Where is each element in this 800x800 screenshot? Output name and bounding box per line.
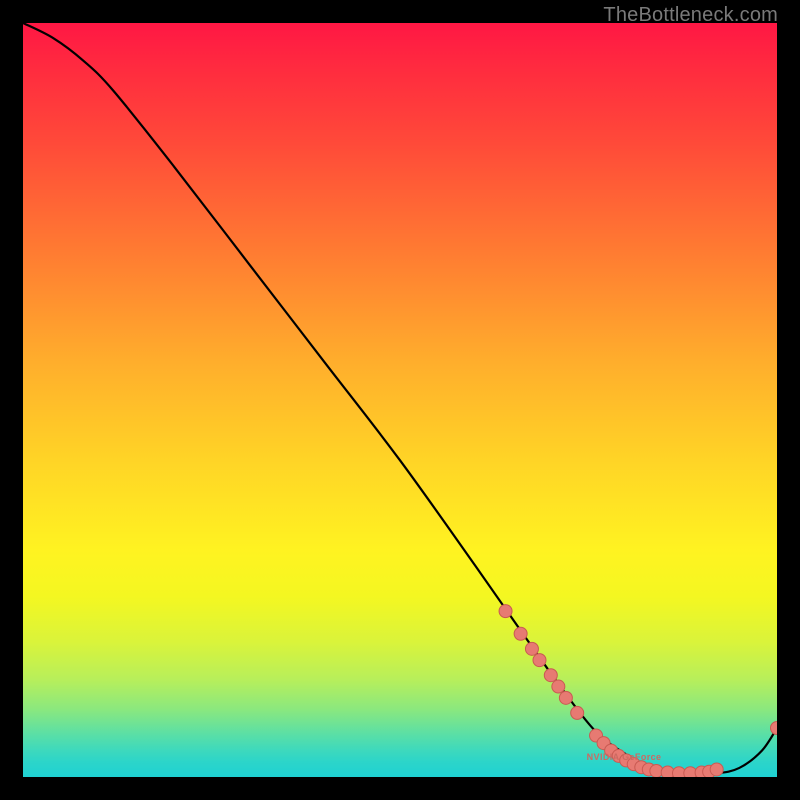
plot-area: NVIDIA GeForce bbox=[23, 23, 777, 777]
data-point bbox=[710, 763, 723, 776]
chart-frame: TheBottleneck.com NVIDIA GeForce bbox=[0, 0, 800, 800]
bottleneck-curve bbox=[23, 23, 777, 774]
data-point bbox=[552, 680, 565, 693]
data-point bbox=[525, 642, 538, 655]
data-point bbox=[499, 605, 512, 618]
data-point bbox=[571, 706, 584, 719]
data-point bbox=[514, 627, 527, 640]
data-point bbox=[544, 669, 557, 682]
chart-svg bbox=[23, 23, 777, 777]
data-point bbox=[771, 721, 778, 734]
data-point bbox=[559, 691, 572, 704]
data-point bbox=[533, 654, 546, 667]
data-points bbox=[499, 605, 777, 777]
